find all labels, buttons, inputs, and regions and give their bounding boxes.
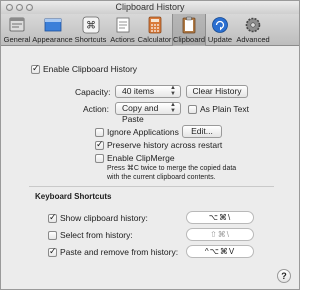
plain-text-checkbox[interactable] xyxy=(188,105,197,114)
select-history-shortcut-checkbox[interactable] xyxy=(48,231,57,240)
tab-clipboard-label: Clipboard xyxy=(172,35,206,44)
general-icon xyxy=(9,17,25,32)
show-history-shortcut-checkbox[interactable] xyxy=(48,212,57,223)
plain-text-label: As Plain Text xyxy=(200,104,249,114)
capacity-select[interactable]: 40 items ▲ ▼ xyxy=(115,85,181,98)
preserve-history-label: Preserve history across restart xyxy=(107,140,223,150)
clipmerge-hint-line1: Press ⌘C twice to merge the copied data xyxy=(107,165,237,172)
tab-advanced[interactable]: Advanced xyxy=(234,14,272,46)
paste-remove-shortcut-field[interactable]: ^⌥⌘V xyxy=(186,245,254,258)
tab-actions[interactable]: Actions xyxy=(108,14,137,46)
capacity-value: 40 items xyxy=(122,86,155,96)
enable-clipboard-history-label: Enable Clipboard History xyxy=(43,64,138,74)
actions-icon xyxy=(116,17,129,33)
show-history-shortcut-field[interactable]: ⌥⌘\ xyxy=(186,211,254,224)
paste-remove-shortcut-label: Paste and remove from history: xyxy=(60,247,179,257)
preferences-toolbar: General Appearance ⌘ Shortcuts Actions C… xyxy=(1,14,299,46)
enable-clipboard-history-checkbox[interactable] xyxy=(31,63,40,74)
preferences-window: Clipboard History General Appearance ⌘ S… xyxy=(0,0,300,290)
popup-arrows-icon: ▲ ▼ xyxy=(170,85,176,97)
enable-clipmerge-label: Enable ClipMerge xyxy=(107,153,175,163)
title-bar: Clipboard History xyxy=(1,1,299,14)
advanced-icon xyxy=(245,17,261,33)
tab-clipboard[interactable]: Clipboard xyxy=(172,14,206,46)
tab-update[interactable]: Update xyxy=(206,14,234,46)
help-button[interactable]: ? xyxy=(277,269,291,283)
window-title: Clipboard History xyxy=(115,2,185,12)
select-history-shortcut-label: Select from history: xyxy=(60,230,133,240)
appearance-icon xyxy=(44,18,61,32)
tab-appearance[interactable]: Appearance xyxy=(32,14,73,46)
clipboard-icon xyxy=(182,16,196,34)
popup-arrows-icon: ▲ ▼ xyxy=(170,102,176,114)
tab-calculator-label: Calculator xyxy=(137,35,172,44)
svg-text:⌘: ⌘ xyxy=(86,21,96,32)
paste-remove-shortcut-checkbox[interactable] xyxy=(48,246,57,257)
clipmerge-hint: Press ⌘C twice to merge the copied data … xyxy=(107,164,236,182)
update-icon xyxy=(212,17,228,33)
ignore-applications-checkbox[interactable] xyxy=(95,128,104,137)
ignore-applications-label: Ignore Applications xyxy=(107,127,179,137)
keyboard-shortcuts-title: Keyboard Shortcuts xyxy=(35,192,112,201)
tab-appearance-label: Appearance xyxy=(32,35,73,44)
tab-advanced-label: Advanced xyxy=(236,35,270,44)
capacity-label: Capacity: xyxy=(75,87,111,97)
tab-general[interactable]: General xyxy=(2,14,32,46)
action-select[interactable]: Copy and Paste ▲ ▼ xyxy=(115,102,181,124)
edit-ignored-apps-button[interactable]: Edit... xyxy=(182,125,222,138)
shortcuts-icon: ⌘ xyxy=(82,16,99,34)
enable-clipmerge-checkbox[interactable] xyxy=(95,154,104,163)
section-divider xyxy=(29,186,274,187)
tab-update-label: Update xyxy=(207,35,233,44)
clipmerge-hint-line2: with the current clipboard contents. xyxy=(107,174,216,181)
action-label: Action: xyxy=(83,104,109,114)
tab-shortcuts[interactable]: ⌘ Shortcuts xyxy=(73,14,108,46)
preserve-history-checkbox[interactable] xyxy=(95,139,104,150)
action-value: Copy and Paste xyxy=(122,103,159,124)
tab-general-label: General xyxy=(3,35,31,44)
calculator-icon xyxy=(148,16,161,34)
tab-actions-label: Actions xyxy=(110,35,135,44)
tab-shortcuts-label: Shortcuts xyxy=(74,35,107,44)
select-history-shortcut-field[interactable]: ⇧⌘\ xyxy=(186,228,254,241)
show-history-shortcut-label: Show clipboard history: xyxy=(60,213,148,223)
clear-history-button[interactable]: Clear History xyxy=(186,85,248,98)
tab-calculator[interactable]: Calculator xyxy=(137,14,172,46)
